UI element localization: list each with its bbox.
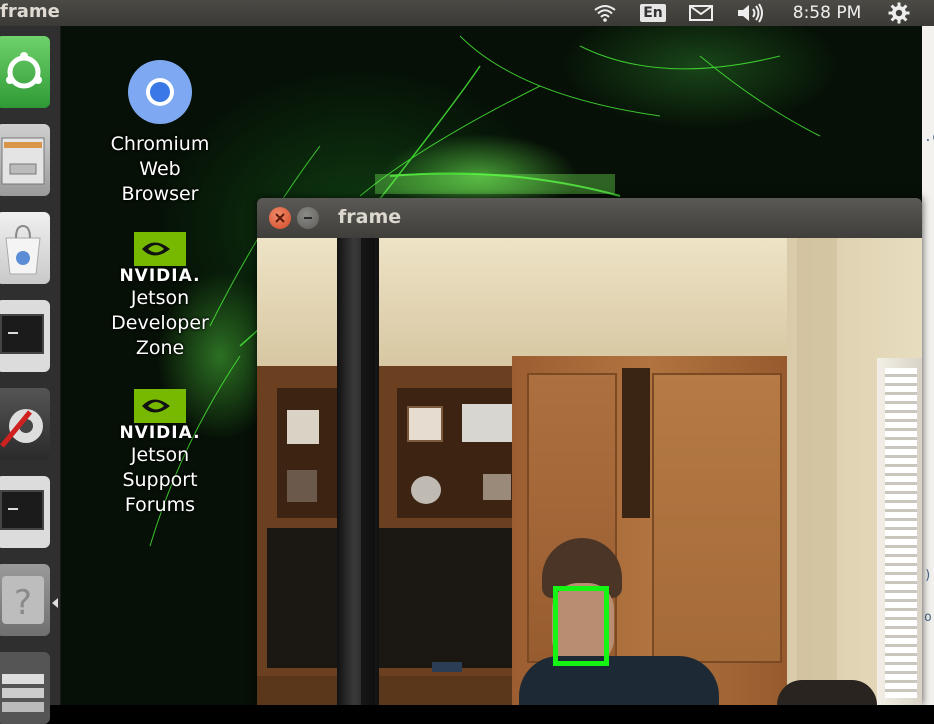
text-fragment: o. [924, 610, 934, 625]
window-title: frame [338, 206, 402, 228]
help-launcher-button[interactable]: ? [0, 564, 50, 636]
chromium-label: Chromium Web Browser [110, 133, 210, 205]
help-question-icon: ? [2, 576, 44, 624]
workspace-switcher-button[interactable] [0, 652, 50, 724]
terminal-icon [0, 314, 44, 354]
clock[interactable]: 8:58 PM [784, 0, 870, 26]
text-fragment: ) [924, 568, 932, 583]
unity-launcher: ? [0, 26, 61, 724]
launcher-active-arrow [52, 598, 58, 608]
workspace-switcher-icon [2, 674, 44, 712]
chromium-desktop-icon[interactable]: Chromium Web Browser [90, 58, 230, 207]
nvidia-wordmark: NVIDIA. [119, 423, 201, 443]
minimize-button[interactable] [297, 207, 319, 229]
nvidia-wordmark: NVIDIA. [119, 266, 201, 286]
top-panel: frame En 8:58 PM [0, 0, 934, 26]
background-editor-window-edge[interactable]: .c ) o. [922, 26, 934, 705]
jetson-support-forums-label: Jetson Support Forums [122, 444, 198, 516]
ubuntu-dash-button[interactable] [0, 36, 50, 108]
text-fragment: .c [924, 130, 934, 145]
frame-titlebar[interactable]: frame [257, 198, 922, 238]
keyboard-language-indicator[interactable]: En [637, 0, 669, 26]
chromium-icon [128, 60, 192, 124]
close-button[interactable] [269, 207, 291, 229]
terminal-launcher-button[interactable] [0, 476, 50, 548]
gear-icon[interactable] [884, 0, 914, 26]
volume-icon[interactable] [733, 0, 769, 26]
jetson-developer-zone-desktop-icon[interactable]: NVIDIA. Jetson Developer Zone [90, 232, 230, 361]
svg-text:?: ? [14, 583, 32, 623]
files-launcher-button[interactable] [0, 124, 50, 196]
minimize-icon [304, 217, 312, 219]
files-icon [1, 137, 45, 185]
terminal-icon [0, 490, 44, 530]
shopping-bag-icon [5, 224, 41, 275]
settings-gear-wrench-icon [0, 409, 43, 448]
ubuntu-logo-icon [6, 52, 42, 89]
active-app-title: frame [0, 1, 60, 22]
nvidia-logo-icon [134, 232, 186, 266]
camera-feed [257, 238, 922, 705]
system-settings-launcher-button[interactable] [0, 388, 50, 460]
close-icon [275, 213, 285, 223]
jetson-support-forums-desktop-icon[interactable]: NVIDIA. Jetson Support Forums [90, 389, 230, 518]
nvidia-logo-icon [134, 389, 186, 423]
wifi-icon[interactable] [590, 0, 620, 26]
software-center-launcher-button[interactable] [0, 212, 50, 284]
frame-window[interactable]: frame [257, 198, 922, 705]
jetson-developer-zone-label: Jetson Developer Zone [111, 287, 209, 359]
face-detection-box [553, 586, 609, 666]
terminal-launcher-button[interactable] [0, 300, 50, 372]
language-label: En [640, 4, 666, 22]
mail-icon[interactable] [685, 0, 717, 26]
